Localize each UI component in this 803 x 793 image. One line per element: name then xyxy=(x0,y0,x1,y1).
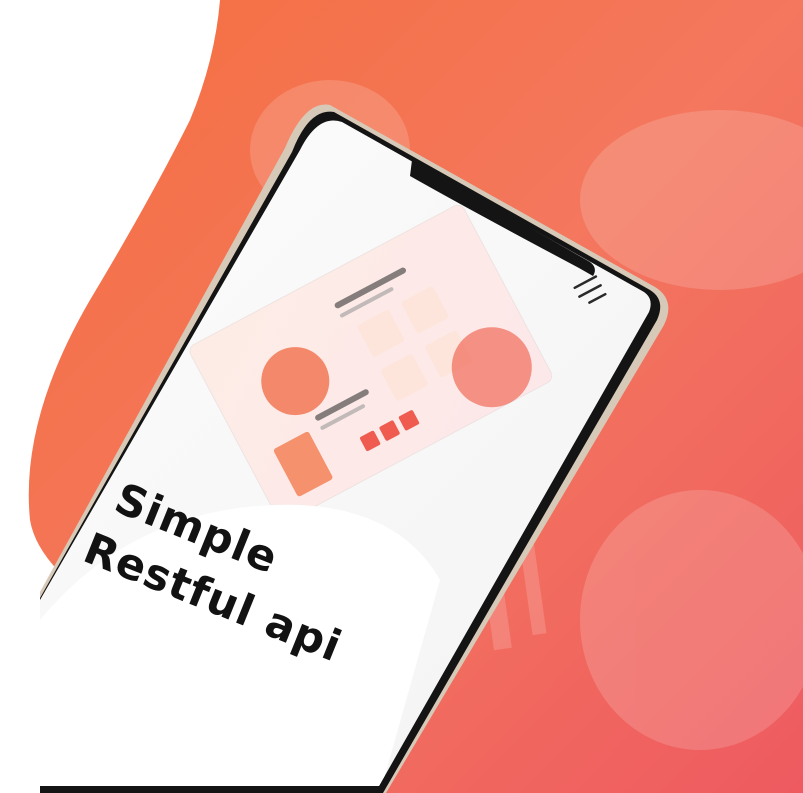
background-graphic xyxy=(28,0,803,793)
hero-illustration: Simple Restful api xyxy=(0,0,803,793)
